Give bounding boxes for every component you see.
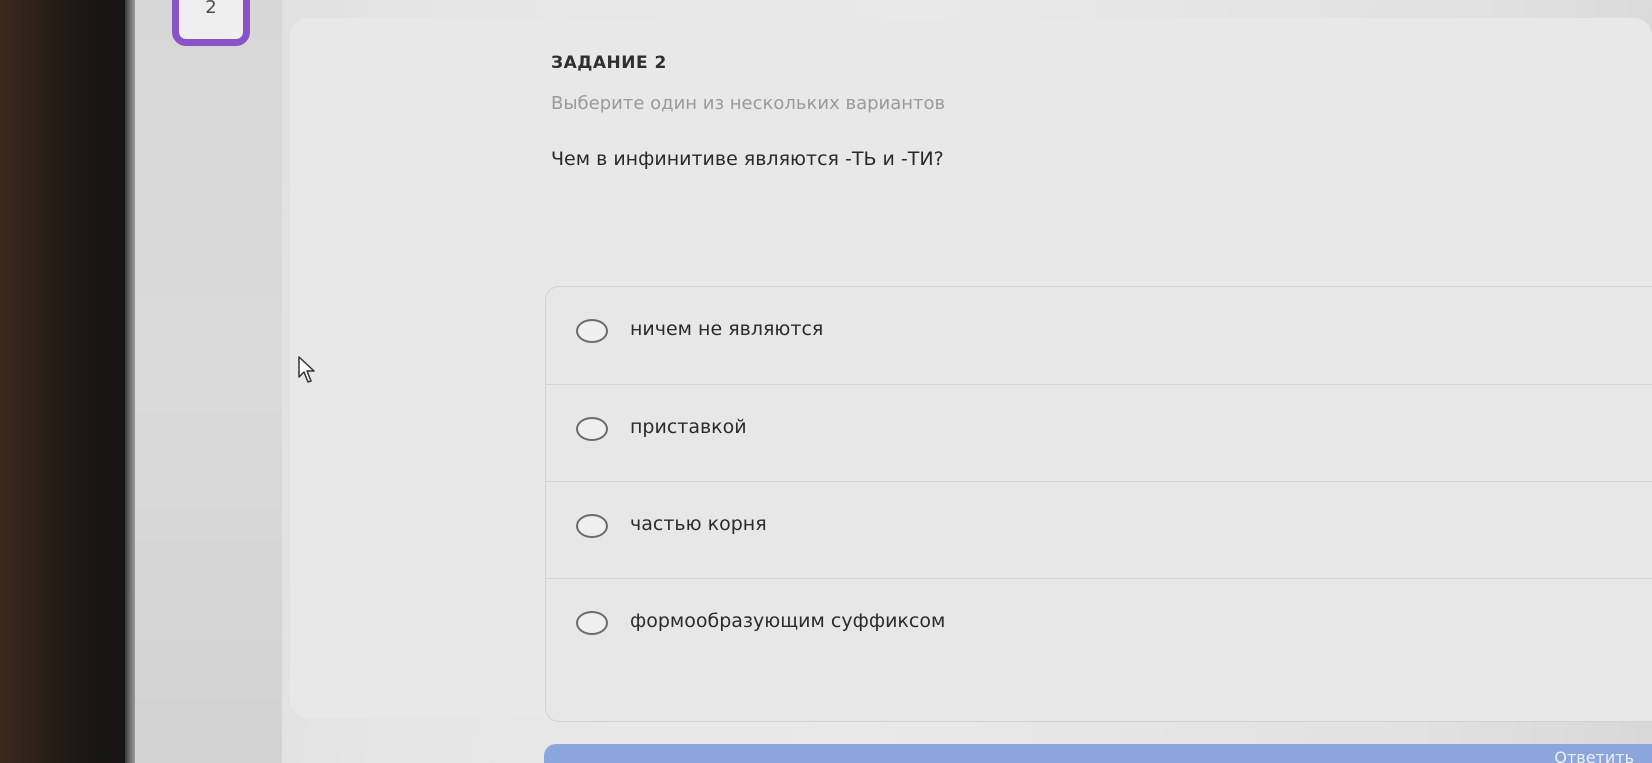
question-number-badge[interactable]: 2 xyxy=(172,0,250,46)
answer-button-label: Ответить xyxy=(1554,748,1634,763)
options-list: ничем не являются приставкой частью корн… xyxy=(545,286,1652,722)
radio-button[interactable] xyxy=(576,611,608,635)
question-number: 2 xyxy=(205,0,217,18)
question-nav-strip: 2 xyxy=(135,0,282,763)
option-1[interactable]: приставкой xyxy=(546,384,1652,482)
radio-button[interactable] xyxy=(576,319,608,343)
answer-button[interactable]: Ответить xyxy=(544,744,1652,763)
task-instruction: Выберите один из нескольких вариантов xyxy=(551,93,946,114)
mouse-pointer-icon xyxy=(298,356,315,383)
option-0[interactable]: ничем не являются xyxy=(546,287,1652,385)
option-2[interactable]: частью корня xyxy=(546,481,1652,579)
radio-button[interactable] xyxy=(576,417,608,441)
monitor-bezel xyxy=(0,0,135,763)
screen-edge xyxy=(125,0,135,763)
radio-button[interactable] xyxy=(576,514,608,538)
option-label: ничем не являются xyxy=(630,318,824,340)
option-label: формообразующим суффиксом xyxy=(630,610,946,632)
task-label: ЗАДАНИЕ 2 xyxy=(551,53,667,73)
option-label: частью корня xyxy=(630,513,767,535)
option-label: приставкой xyxy=(630,416,747,438)
option-3[interactable]: формообразующим суффиксом xyxy=(546,578,1652,676)
question-text: Чем в инфинитиве являются -ТЬ и -ТИ? xyxy=(551,148,944,170)
